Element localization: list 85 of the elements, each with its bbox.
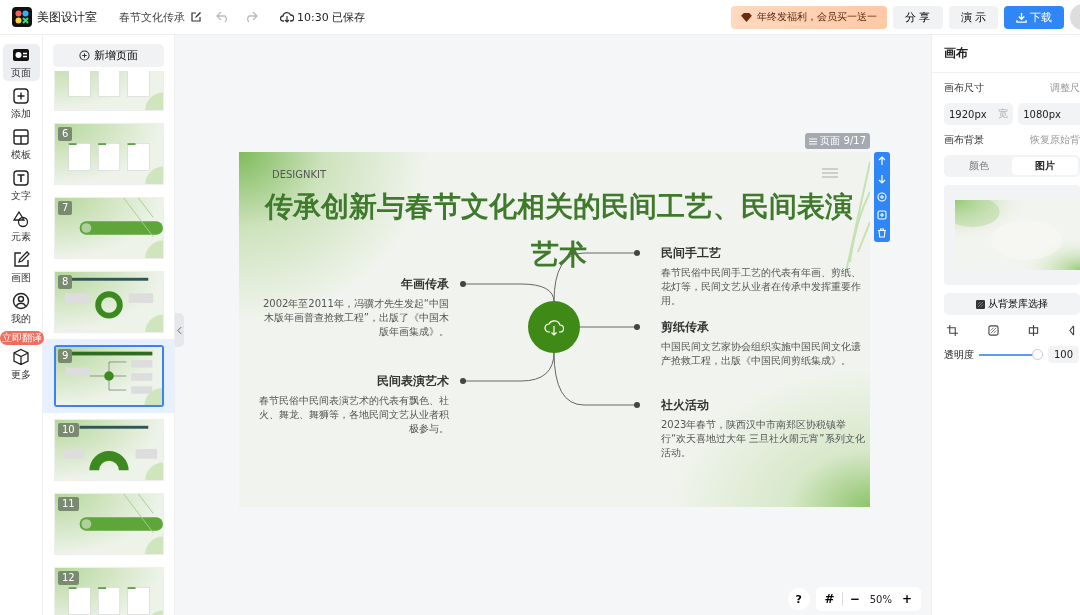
branch-heading: 民间表演艺术: [377, 373, 449, 390]
collapse-button[interactable]: [175, 313, 184, 347]
width-field[interactable]: 1920px 宽: [944, 103, 1014, 125]
grid-button[interactable]: #: [819, 592, 840, 606]
zoom-in-button[interactable]: +: [896, 592, 917, 606]
page-number: 11: [58, 497, 79, 511]
app-name: 美图设计室: [37, 8, 97, 26]
texture-icon: [976, 299, 985, 309]
page-number: 7: [58, 201, 73, 215]
segment-tab[interactable]: 图片: [1012, 157, 1078, 175]
user-icon: [12, 291, 30, 310]
copy-icon[interactable]: [877, 210, 887, 220]
section-label: 画布背景: [944, 133, 984, 147]
add-page-button[interactable]: 新增页面: [53, 44, 164, 67]
page-number: 10: [58, 423, 79, 437]
page-indicator: 页面 9/17: [805, 133, 870, 149]
arrow-up-icon[interactable]: [877, 156, 887, 166]
branch-text: 2023年春节，陕西汉中市南郑区协税镇举行“欢天喜地过大年 三旦社火闹元宵”系列文化活动。: [661, 418, 866, 460]
translate-badge: 立即翻译: [0, 331, 44, 345]
chevron-left-icon: [177, 325, 182, 335]
page-number: 8: [58, 275, 73, 289]
header-button[interactable]: 演 示: [948, 5, 998, 29]
branch-text: 中国民间文艺家协会组织实施中国民间文化遗产抢救工程，出版《中国民间剪纸集成》。: [661, 340, 862, 368]
rail-item[interactable]: 我的: [2, 290, 40, 327]
diamond-icon: [741, 12, 752, 22]
branch-heading: 民间手工艺: [661, 245, 721, 262]
panel-title: 画布: [932, 35, 1080, 73]
page-number: 12: [58, 571, 79, 585]
plus-circle-icon: [79, 50, 90, 61]
add-icon[interactable]: [877, 192, 887, 202]
branch-heading: 社火活动: [661, 397, 709, 414]
edit-icon[interactable]: [190, 11, 202, 23]
opacity-label: 透明度: [944, 347, 974, 362]
section-label: 画布尺寸: [944, 81, 984, 95]
zoom-value: 50%: [868, 593, 893, 605]
help-button[interactable]: ?: [787, 588, 810, 610]
box-icon: [12, 347, 30, 366]
slide[interactable]: [239, 152, 870, 507]
shapes-icon: [12, 209, 30, 228]
app-logo-icon: [12, 7, 32, 27]
rail-item[interactable]: 添加: [2, 85, 40, 122]
layout-icon: [12, 127, 30, 146]
segment-tab[interactable]: 颜色: [946, 157, 1012, 175]
opacity-slider[interactable]: [979, 349, 1043, 360]
rail-item[interactable]: 更多: [2, 346, 40, 383]
mosaic-icon[interactable]: [987, 325, 999, 336]
arrow-down-icon[interactable]: [877, 174, 887, 184]
cloud-download-icon: [544, 318, 564, 336]
trash-icon[interactable]: [877, 228, 887, 238]
brand-label: DESIGNKIT: [272, 169, 327, 180]
zoom-out-button[interactable]: −: [844, 592, 865, 606]
download-button[interactable]: 下载: [1004, 5, 1064, 29]
branch-text: 春节民俗中民间手工艺的代表有年画、剪纸、花灯等，民间文艺从业者在传承中发挥重要作用。: [661, 266, 862, 308]
draw-icon: [12, 250, 30, 269]
text-icon: [12, 168, 30, 187]
crop-icon[interactable]: [947, 325, 958, 336]
download-icon: [1016, 11, 1027, 23]
document-title[interactable]: 春节文化传承: [119, 9, 185, 25]
slide-title-line: 传承创新与春节文化相关的民间工艺、民间表演: [265, 189, 853, 225]
branch-text: 2002年至2011年，冯骥才先生发起“中国木版年画普查抢救工程”，出版了《中国木版年画集成》。: [261, 297, 449, 339]
slide-thumbnail[interactable]: [54, 345, 164, 407]
opacity-value[interactable]: 100: [1048, 346, 1080, 363]
align-center-icon[interactable]: [1028, 325, 1040, 336]
cloud-icon: [280, 11, 294, 23]
save-status: 10:30 已保存: [297, 9, 366, 25]
rail-item[interactable]: 模板: [2, 126, 40, 163]
list-icon: [809, 137, 818, 145]
rail-item[interactable]: 页面: [2, 44, 40, 81]
rail-item[interactable]: 元素: [2, 208, 40, 245]
rail-item[interactable]: 画图: [2, 249, 40, 286]
header-button[interactable]: 分 享: [893, 5, 943, 29]
rail-item[interactable]: 文字: [2, 167, 40, 204]
undo-icon[interactable]: [216, 11, 230, 23]
background-library-button[interactable]: 从背景库选择: [944, 293, 1080, 315]
slide-title-line: 艺术: [531, 237, 587, 273]
add-icon: [12, 86, 30, 105]
branch-text: 春节民俗中民间表演艺术的代表有飘色、社火、舞龙、舞狮等，各地民间文艺从业者积极参与。: [259, 394, 449, 436]
page-number: 9: [58, 349, 73, 363]
promo-button[interactable]: 年终发福利，会员买一送一: [731, 5, 887, 29]
menu-icon: [822, 168, 838, 178]
page-number: 6: [58, 127, 73, 141]
height-field[interactable]: 1080px: [1018, 103, 1080, 125]
redo-icon[interactable]: [244, 11, 258, 23]
branch-heading: 年画传承: [401, 276, 449, 293]
branch-heading: 剪纸传承: [661, 319, 709, 336]
